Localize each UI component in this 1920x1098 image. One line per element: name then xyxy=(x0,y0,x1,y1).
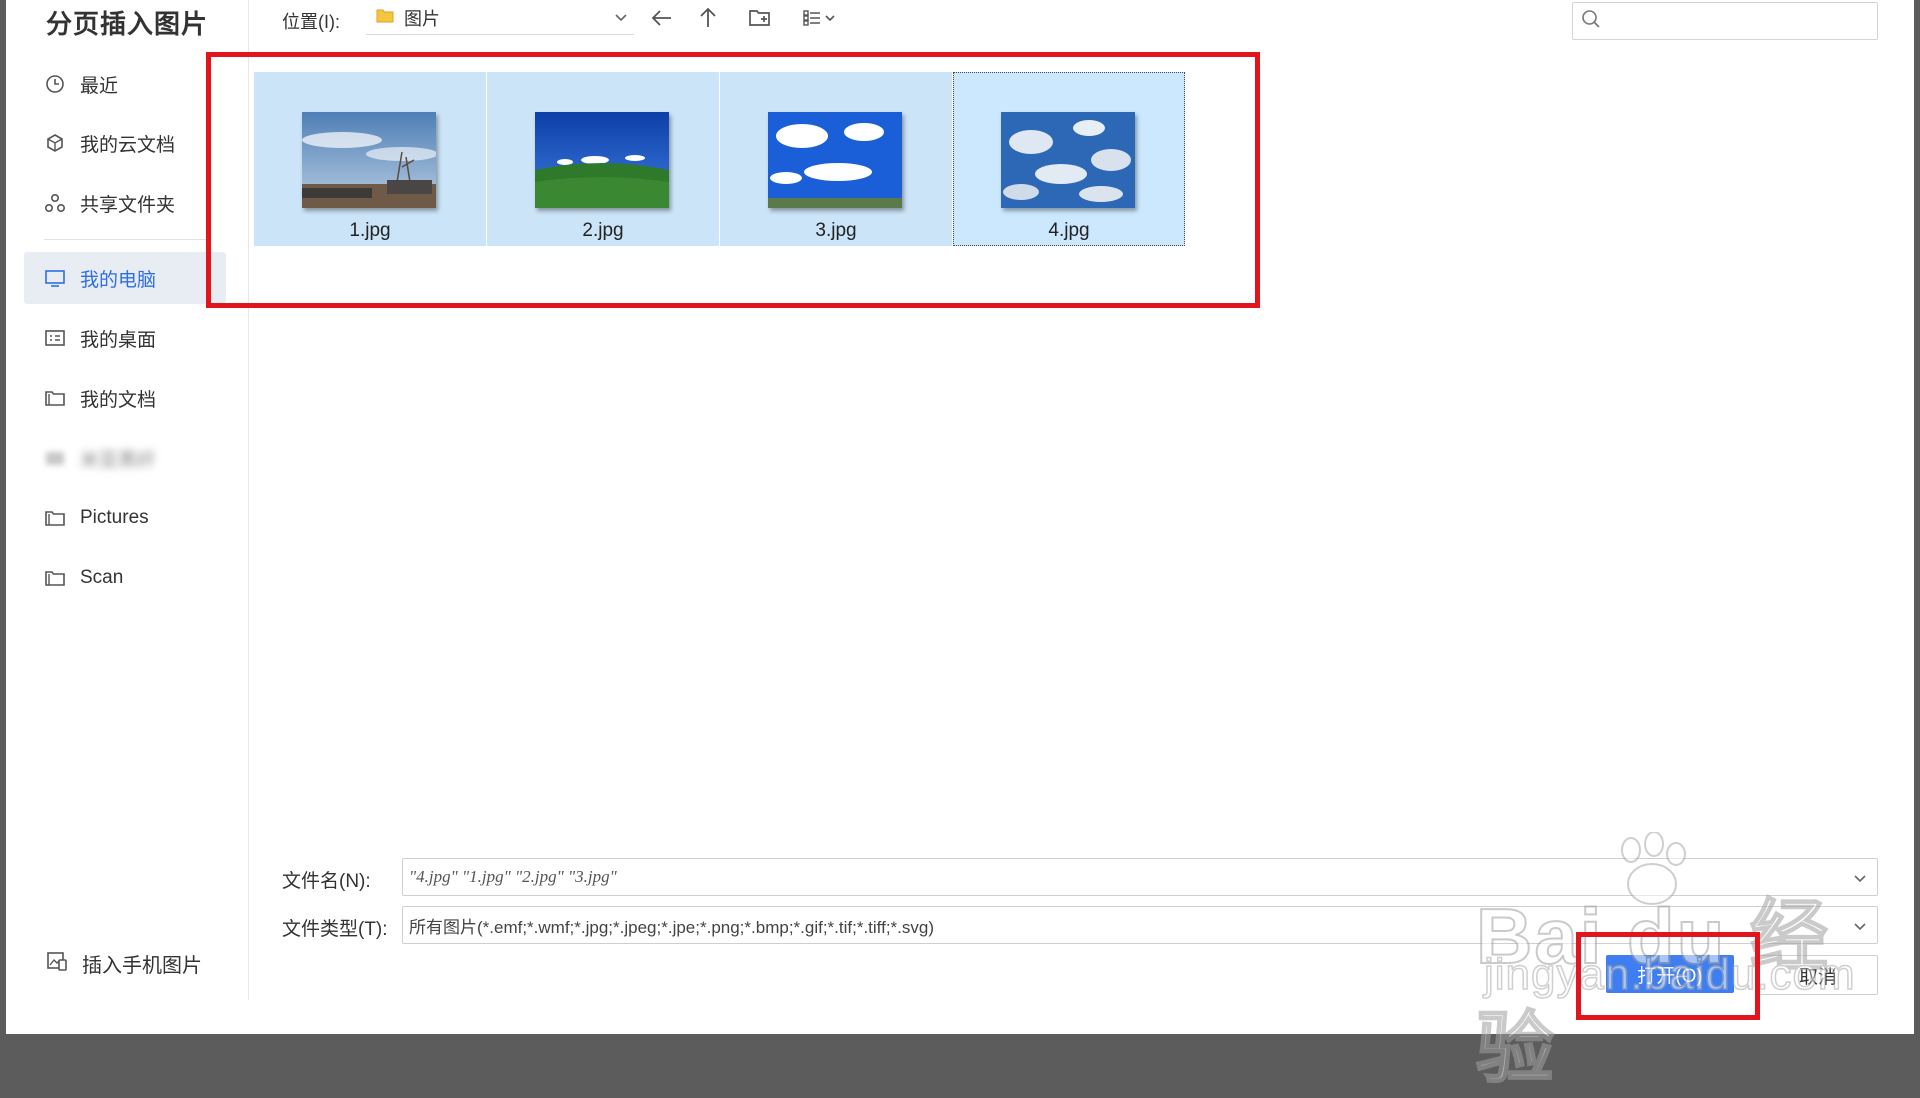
sidebar-item-cloud-docs[interactable]: 我的云文档 xyxy=(24,117,226,169)
file-name: 3.jpg xyxy=(815,220,857,241)
cancel-button[interactable]: 取消 xyxy=(1758,955,1878,995)
insert-picture-dialog: 分页插入图片 最近 我的云文档 共享文件夹 我的电脑 我的桌面 我的文档 米亚黑… xyxy=(6,0,1914,1093)
file-list: 1.jpg 2.jpg 3.jpg 4.jpg xyxy=(254,72,1914,832)
search-input[interactable] xyxy=(1605,5,1869,37)
filename-label: 文件名(N): xyxy=(282,871,371,892)
insert-mobile-picture-button[interactable]: 插入手机图片 xyxy=(46,949,202,978)
location-label: 位置(I): xyxy=(282,12,340,32)
sidebar-item-my-documents[interactable]: 我的文档 xyxy=(24,372,226,424)
insert-mobile-picture-label: 插入手机图片 xyxy=(82,955,202,977)
sidebar-item-recent[interactable]: 最近 xyxy=(24,58,226,110)
folder-icon xyxy=(44,387,66,409)
file-name: 2.jpg xyxy=(582,220,624,241)
filename-value: "4.jpg" "1.jpg" "2.jpg" "3.jpg" xyxy=(409,867,617,886)
location-dropdown[interactable]: 图片 xyxy=(366,2,634,35)
chevron-down-icon[interactable] xyxy=(1853,871,1867,889)
clock-icon xyxy=(44,73,66,95)
search-icon xyxy=(1581,9,1601,34)
view-mode-button[interactable] xyxy=(796,4,844,36)
new-folder-button[interactable] xyxy=(744,4,776,36)
filetype-dropdown[interactable]: 所有图片(*.emf;*.wmf;*.jpg;*.jpeg;*.jpe;*.pn… xyxy=(402,906,1878,944)
folder-icon xyxy=(376,7,394,30)
sidebar-item-scan[interactable]: Scan xyxy=(24,552,226,604)
up-button[interactable] xyxy=(692,4,724,36)
mobile-picture-icon xyxy=(46,950,68,977)
file-item-2[interactable]: 2.jpg xyxy=(487,72,719,246)
list-view-icon xyxy=(802,8,838,33)
filetype-label: 文件类型(T): xyxy=(282,919,388,940)
sidebar-item-label: 米亚黑纤 xyxy=(80,449,157,471)
filename-field[interactable]: "4.jpg" "1.jpg" "2.jpg" "3.jpg" xyxy=(402,858,1878,896)
arrow-up-icon xyxy=(698,7,718,34)
open-button[interactable]: 打开(O) xyxy=(1606,955,1734,993)
thumbnail-landscape-image xyxy=(302,112,436,208)
dialog-title: 分页插入图片 xyxy=(46,9,209,39)
thumbnail-green-field-image xyxy=(535,112,669,208)
cloud-docs-icon xyxy=(44,132,66,154)
sidebar-item-label: 我的云文档 xyxy=(80,134,176,156)
folder-icon xyxy=(44,507,66,529)
sidebar-item-label: 我的桌面 xyxy=(80,329,157,351)
sidebar-item-label: 最近 xyxy=(80,75,119,97)
location-value: 图片 xyxy=(404,9,440,29)
file-name: 4.jpg xyxy=(1048,220,1090,241)
sidebar-divider xyxy=(44,239,206,240)
sidebar-item-my-desktop[interactable]: 我的桌面 xyxy=(24,312,226,364)
thumbnail-clouds-image xyxy=(1001,112,1135,208)
search-box[interactable] xyxy=(1572,2,1878,40)
sidebar-item-pictures[interactable]: Pictures xyxy=(24,492,226,544)
thumbnail-blue-sky-image xyxy=(768,112,902,208)
sidebar-border xyxy=(248,0,249,1000)
sidebar-item-label: 我的文档 xyxy=(80,389,157,411)
chevron-down-icon xyxy=(614,10,628,28)
file-item-1[interactable]: 1.jpg xyxy=(254,72,486,246)
sidebar-item-shared-folder[interactable]: 共享文件夹 xyxy=(24,177,226,229)
sidebar-item-label: 共享文件夹 xyxy=(80,194,176,216)
back-button[interactable] xyxy=(646,4,678,36)
filetype-value: 所有图片(*.emf;*.wmf;*.jpg;*.jpeg;*.jpe;*.pn… xyxy=(409,917,934,937)
file-item-3[interactable]: 3.jpg xyxy=(720,72,952,246)
file-item-4[interactable]: 4.jpg xyxy=(953,72,1185,246)
folder-icon xyxy=(44,567,66,589)
desktop-icon xyxy=(44,327,66,349)
arrow-left-icon xyxy=(651,8,673,33)
sidebar-item-blurred-folder[interactable]: 米亚黑纤 xyxy=(24,432,226,484)
sidebar: 分页插入图片 最近 我的云文档 共享文件夹 我的电脑 我的桌面 我的文档 米亚黑… xyxy=(6,0,248,1034)
chevron-down-icon xyxy=(1853,919,1867,937)
sidebar-item-label: 我的电脑 xyxy=(80,269,157,291)
new-folder-icon xyxy=(748,7,772,34)
computer-icon xyxy=(44,267,66,289)
folder-icon xyxy=(44,447,66,469)
sidebar-item-my-computer[interactable]: 我的电脑 xyxy=(24,252,226,304)
sidebar-item-label: Scan xyxy=(80,567,124,588)
share-folder-icon xyxy=(44,192,66,214)
file-name: 1.jpg xyxy=(349,220,391,241)
sidebar-item-label: Pictures xyxy=(80,507,149,528)
toolbar: 位置(I): xyxy=(282,0,340,42)
